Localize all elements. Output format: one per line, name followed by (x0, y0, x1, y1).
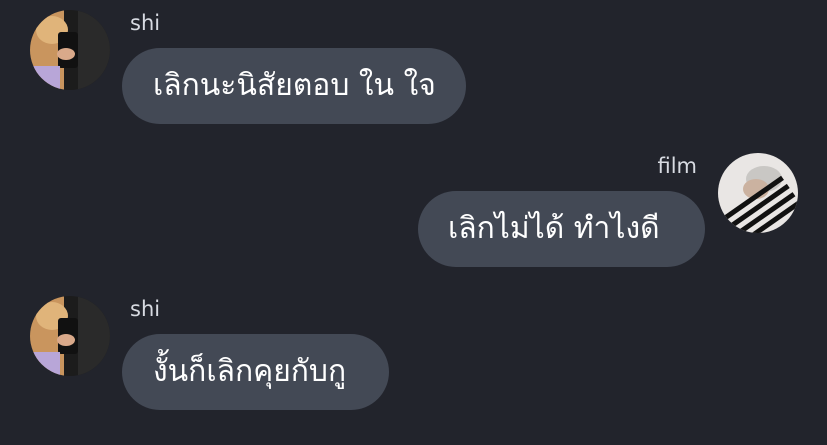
message-text: งั้นก็เลิกคุยกับกู (153, 354, 347, 389)
avatar-photo (30, 296, 110, 376)
message-bubble: เลิกนะนิสัยตอบ ใน ใจ (122, 48, 466, 124)
sender-name: shi (130, 297, 161, 321)
avatar-photo (30, 10, 110, 90)
avatar[interactable] (718, 153, 798, 233)
avatar[interactable] (30, 296, 110, 376)
message-text: เลิกนะนิสัยตอบ ใน ใจ (153, 68, 436, 103)
avatar[interactable] (30, 10, 110, 90)
sender-name: shi (130, 11, 161, 35)
message-text: เลิกไม่ได้ ทำไงดี (448, 211, 660, 246)
message-bubble: งั้นก็เลิกคุยกับกู (122, 334, 389, 410)
avatar-photo (718, 153, 798, 233)
sender-name: film (657, 154, 697, 178)
message-bubble: เลิกไม่ได้ ทำไงดี (418, 191, 705, 267)
